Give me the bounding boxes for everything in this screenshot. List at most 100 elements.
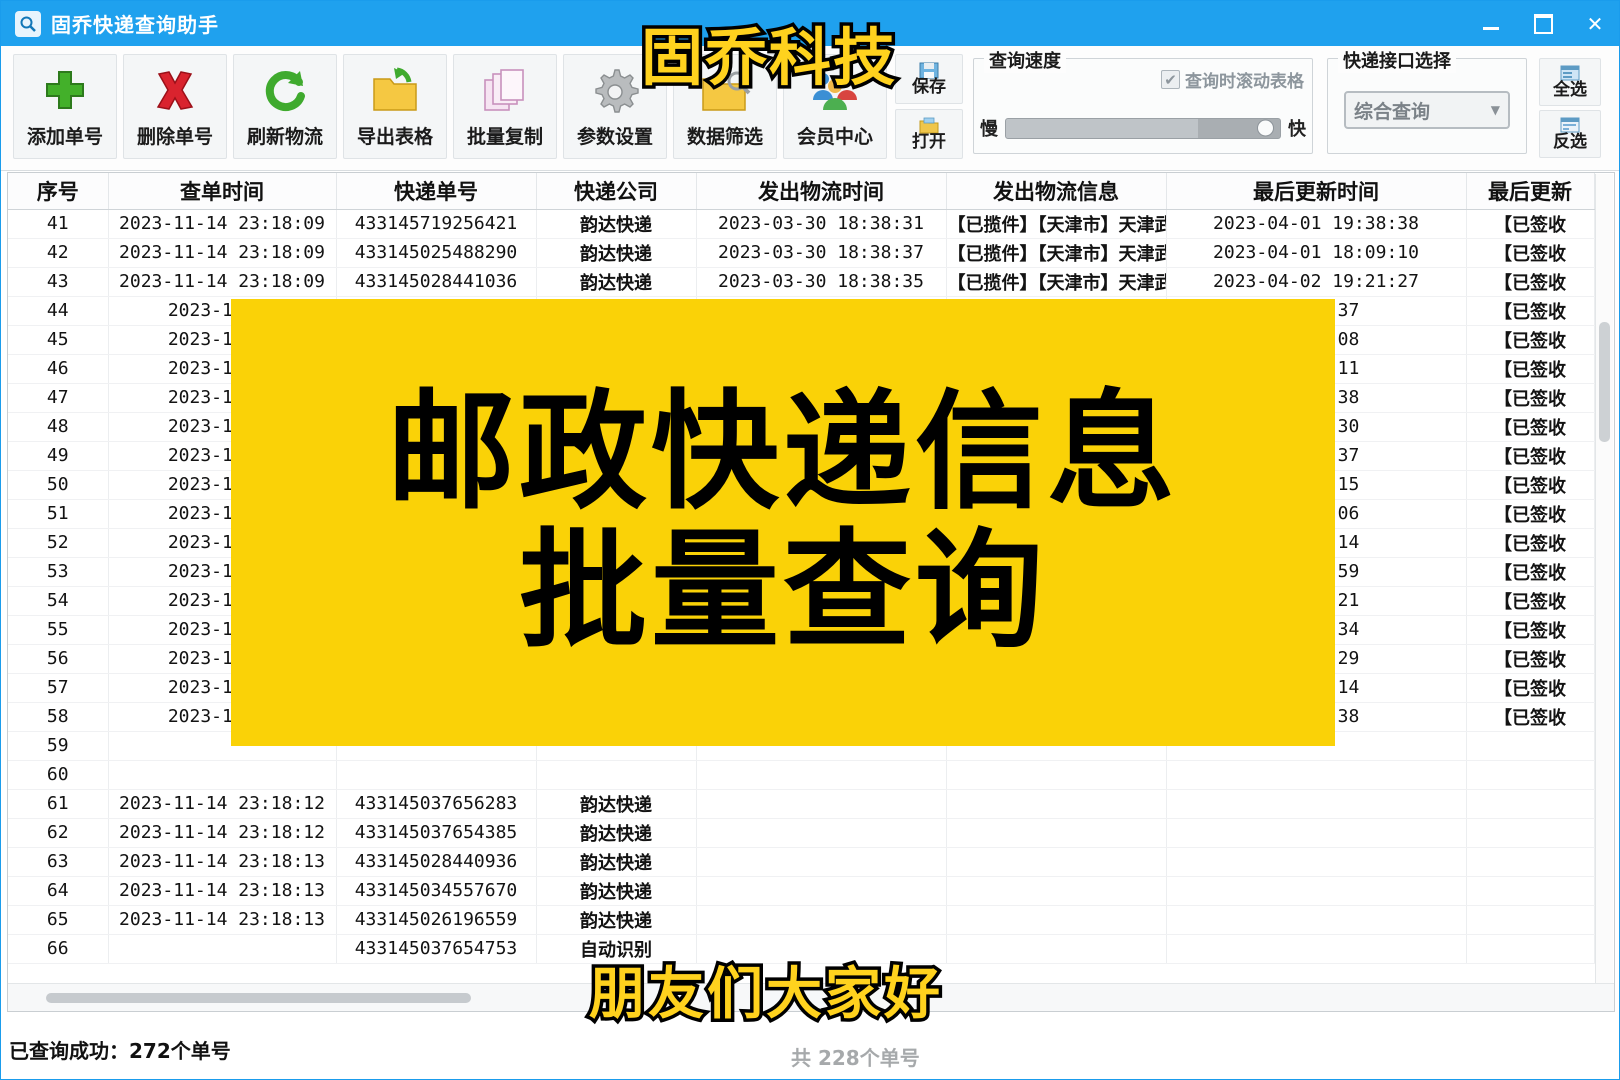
app-window: 固乔快递查询助手 ✕ 添加单号 删除单号 刷新物流 导出表格 批量复制 参数设置…: [0, 0, 1620, 1080]
save-button[interactable]: 保存: [895, 54, 963, 104]
table-cell: [1466, 934, 1595, 964]
table-cell: 44: [8, 296, 109, 326]
table-cell: 47: [8, 383, 109, 413]
table-cell: 433145037656283: [336, 789, 537, 819]
table-cell: [946, 876, 1167, 906]
table-cell: 46: [8, 354, 109, 384]
overlay-brand-caption: 固乔科技: [637, 21, 898, 94]
select-all-button[interactable]: 全选: [1539, 58, 1601, 106]
express-interface-select[interactable]: 综合查询 ▼: [1344, 91, 1510, 129]
maximize-button[interactable]: [1517, 1, 1569, 46]
table-header-row: 序号 查单时间 快递单号 快递公司 发出物流时间 发出物流信息 最后更新时间 最…: [8, 173, 1595, 210]
file-button-group: 保存 打开: [895, 54, 963, 164]
table-row[interactable]: 63 2023-11-14 23:18:13 433145028440936 韵达快递: [8, 847, 1595, 877]
table-cell: 45: [8, 325, 109, 355]
window-title: 固乔快递查询助手: [51, 13, 219, 37]
table-cell: 65: [8, 905, 109, 935]
table-cell: 56: [8, 644, 109, 674]
table-cell: 2023-11-14 23:18:09: [108, 209, 337, 239]
table-cell: 2023-04-01 19:38:38: [1166, 209, 1467, 239]
table-row[interactable]: 60: [8, 760, 1595, 790]
table-cell: 【已揽件】【天津市】天津武清…: [946, 209, 1167, 239]
table-cell: 2023-11-14 23:18:12: [108, 789, 337, 819]
table-cell: [1166, 905, 1467, 935]
column-header-tracking-no[interactable]: 快递单号: [336, 173, 537, 210]
table-cell: 【已签收: [1466, 615, 1595, 645]
table-row[interactable]: 65 2023-11-14 23:18:13 433145026196559 韵达快递: [8, 905, 1595, 935]
column-header-last-update[interactable]: 最后更新: [1466, 173, 1595, 210]
table-cell: 【已签收: [1466, 528, 1595, 558]
table-cell: 【已签收: [1466, 296, 1595, 326]
table-cell: [1466, 760, 1595, 790]
table-cell: 【已签收: [1466, 238, 1595, 268]
table-cell: 433145028440936: [336, 847, 537, 877]
table-cell: 52: [8, 528, 109, 558]
table-cell: 韵达快递: [536, 238, 697, 268]
toolbar-button-batch-copy[interactable]: 批量复制: [453, 54, 557, 159]
vertical-scroll-thumb[interactable]: [1599, 322, 1610, 442]
table-cell: 54: [8, 586, 109, 616]
table-cell: [1466, 905, 1595, 935]
table-row[interactable]: 62 2023-11-14 23:18:12 433145037654385 韵达快递: [8, 818, 1595, 848]
slider-knob[interactable]: [1257, 119, 1274, 137]
table-cell: 2023-03-30 18:38:37: [696, 238, 947, 268]
table-cell: 66: [8, 934, 109, 964]
table-vertical-scrollbar[interactable]: [1595, 174, 1613, 1011]
scroll-while-query-checkbox[interactable]: ✔ 查询时滚动表格: [1161, 67, 1304, 92]
table-cell: 【已签收: [1466, 325, 1595, 355]
invert-select-button[interactable]: 反选: [1539, 110, 1601, 158]
toolbar-label: 导出表格: [356, 126, 433, 148]
table-cell: 42: [8, 238, 109, 268]
column-header-last-update-time[interactable]: 最后更新时间: [1166, 173, 1467, 210]
column-header-ship-info[interactable]: 发出物流信息: [946, 173, 1167, 210]
table-row[interactable]: 64 2023-11-14 23:18:13 433145034557670 韵达快递: [8, 876, 1595, 906]
table-cell: 韵达快递: [536, 209, 697, 239]
close-button[interactable]: ✕: [1569, 1, 1619, 46]
table-cell: [1166, 789, 1467, 819]
toolbar-button-refresh-logistics[interactable]: 刷新物流: [233, 54, 337, 159]
table-cell: [696, 905, 947, 935]
table-cell: 59: [8, 731, 109, 761]
checkbox-check-icon: ✔: [1161, 70, 1180, 89]
table-cell: [1466, 731, 1595, 761]
table-cell: 41: [8, 209, 109, 239]
toolbar-button-export-table[interactable]: 导出表格: [343, 54, 447, 159]
table-row[interactable]: 42 2023-11-14 23:18:09 433145025488290 韵达快递…: [8, 238, 1595, 268]
folder-export-icon: [367, 64, 423, 120]
table-cell: 【已签收: [1466, 557, 1595, 587]
horizontal-scroll-thumb[interactable]: [46, 993, 471, 1003]
column-header-company[interactable]: 快递公司: [536, 173, 697, 210]
toolbar-label: 数据筛选: [686, 126, 763, 148]
table-cell: 韵达快递: [536, 905, 697, 935]
query-speed-title: 查询速度: [984, 47, 1066, 73]
table-row[interactable]: 61 2023-11-14 23:18:12 433145037656283 韵达快递: [8, 789, 1595, 819]
table-row[interactable]: 66 433145037654753 自动识别: [8, 934, 1595, 964]
table-cell: 433145037654753: [336, 934, 537, 964]
toolbar-button-delete-order[interactable]: 删除单号: [123, 54, 227, 159]
table-row[interactable]: 43 2023-11-14 23:18:09 433145028441036 韵达快递…: [8, 267, 1595, 297]
column-header-query-time[interactable]: 查单时间: [108, 173, 337, 210]
table-row[interactable]: 41 2023-11-14 23:18:09 433145719256421 韵达快递…: [8, 209, 1595, 239]
express-interface-title: 快递接口选择: [1338, 47, 1456, 73]
table-cell: 60: [8, 760, 109, 790]
speed-slider[interactable]: [1005, 117, 1281, 139]
table-cell: [1166, 876, 1467, 906]
table-cell: 【已签收: [1466, 209, 1595, 239]
column-header-ship-time[interactable]: 发出物流时间: [696, 173, 947, 210]
column-header-index[interactable]: 序号: [8, 173, 109, 210]
overlay-subtitle: 朋友们大家好: [586, 962, 944, 1027]
table-cell: 2023-11-14 23:18:09: [108, 267, 337, 297]
toolbar-button-add-order[interactable]: 添加单号: [13, 54, 117, 159]
table-cell: 【已签收: [1466, 470, 1595, 500]
table-cell: [1466, 876, 1595, 906]
table-cell: 55: [8, 615, 109, 645]
table-cell: 韵达快递: [536, 267, 697, 297]
status-total-count: 共 228个单号: [791, 1046, 920, 1070]
table-cell: 自动识别: [536, 934, 697, 964]
open-button[interactable]: 打开: [895, 109, 963, 159]
table-cell: 【已签收: [1466, 441, 1595, 471]
express-interface-group: 快递接口选择 综合查询 ▼: [1327, 47, 1527, 154]
minimize-button[interactable]: [1465, 1, 1517, 46]
table-cell: [696, 847, 947, 877]
selection-button-group: 全选 反选: [1539, 58, 1601, 162]
